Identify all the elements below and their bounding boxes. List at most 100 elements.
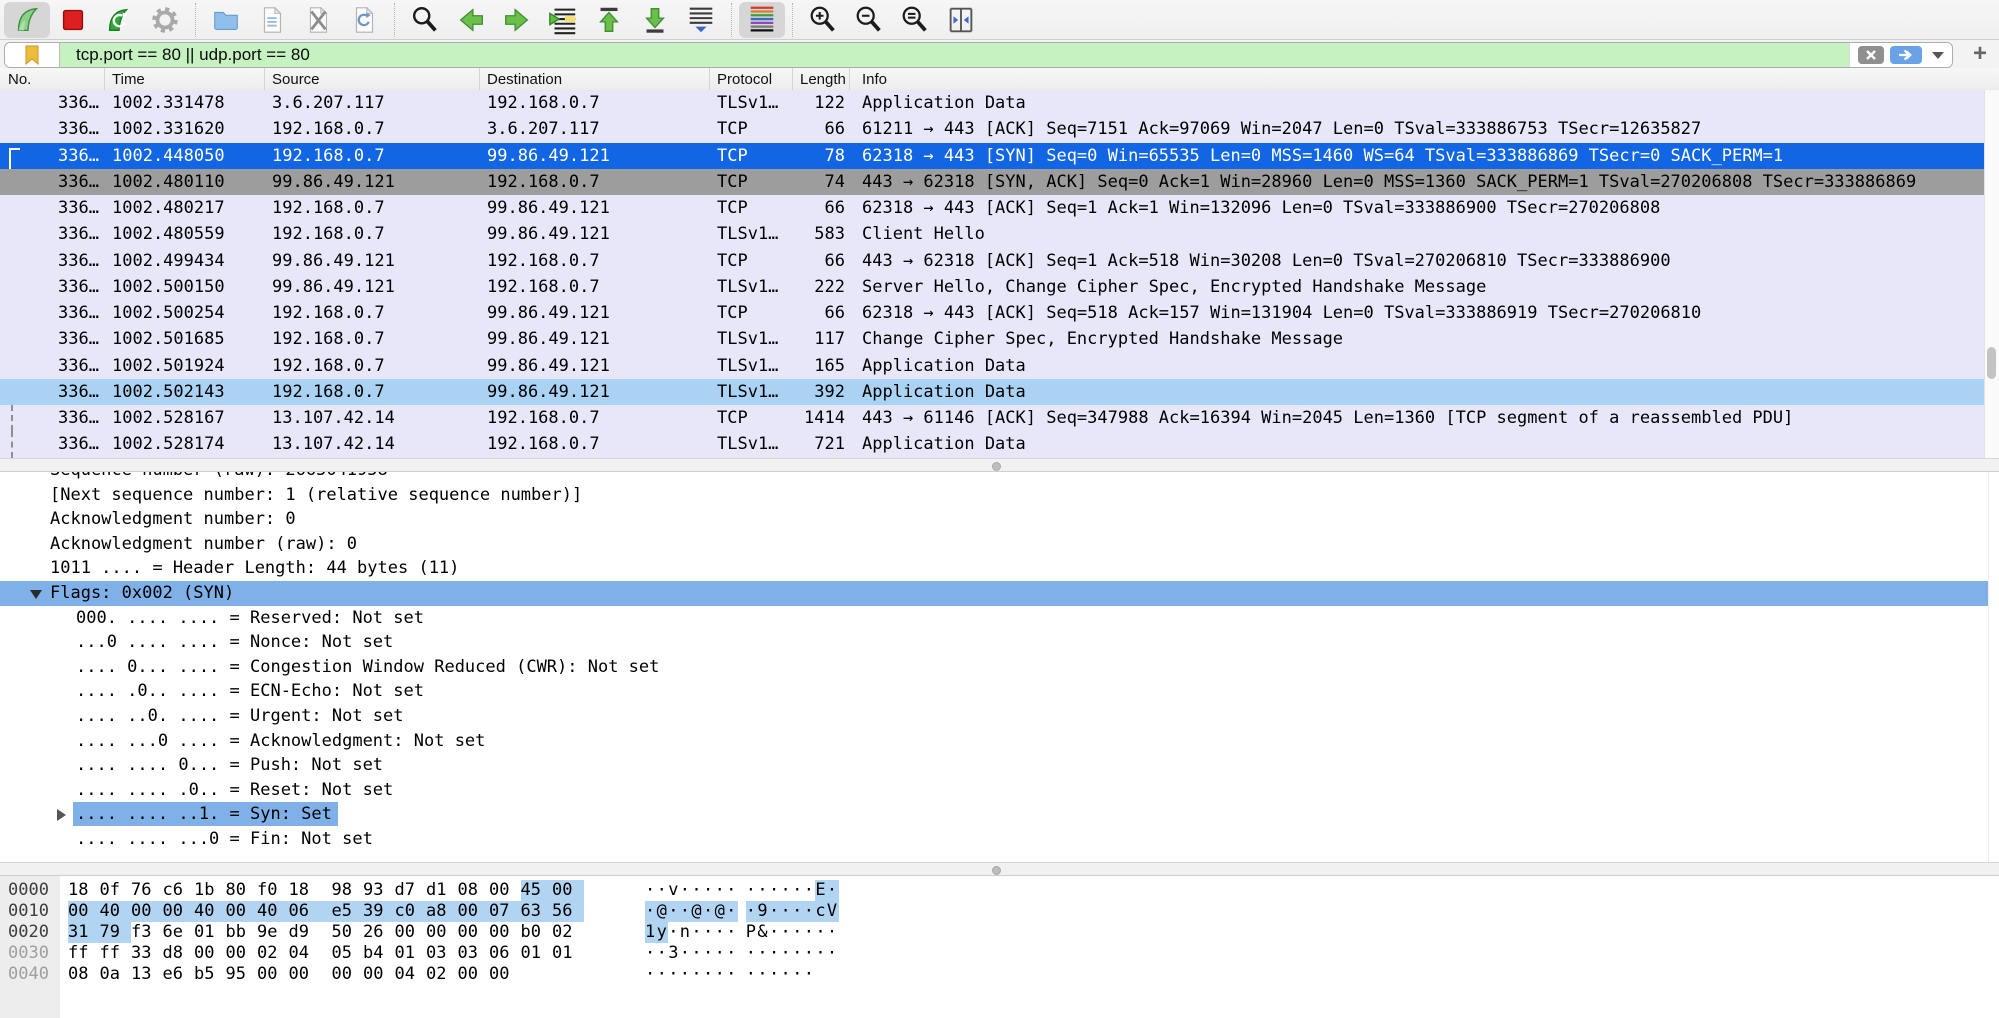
open-file-button[interactable]: [203, 2, 249, 38]
hex-row[interactable]: 0030ffff33d80000020405b4010303060101··3·…: [0, 943, 1999, 964]
splitter-details-bytes[interactable]: [0, 862, 1999, 876]
column-header-protocol[interactable]: Protocol: [710, 68, 793, 90]
start-capture-button[interactable]: [4, 2, 50, 38]
file-close-icon: [302, 4, 334, 36]
packet-row[interactable]: 336…1002.49943499.86.49.121192.168.0.7TC…: [0, 248, 1999, 274]
go-forward-button[interactable]: [494, 2, 540, 38]
splitter-list-details[interactable]: [0, 458, 1999, 472]
filter-bookmark-button[interactable]: [5, 43, 60, 67]
go-last-packet-button[interactable]: [632, 2, 678, 38]
packet-len: 222: [793, 274, 850, 300]
save-file-button[interactable]: [249, 2, 295, 38]
filter-input[interactable]: tcp.port == 80 || udp.port == 80: [60, 43, 1849, 67]
packet-row[interactable]: 336…1002.480217192.168.0.799.86.49.121TC…: [0, 195, 1999, 221]
hex-byte: bb: [226, 922, 258, 943]
details-scrollbar[interactable]: [1988, 472, 1999, 862]
packet-row[interactable]: 336…1002.501924192.168.0.799.86.49.121TL…: [0, 353, 1999, 379]
hex-byte: 0f: [100, 880, 132, 901]
packet-row[interactable]: 336…1002.501685192.168.0.799.86.49.121TL…: [0, 326, 1999, 352]
detail-field[interactable]: .... .... ...0 = Fin: Not set: [0, 827, 1999, 852]
filter-apply-button[interactable]: [1890, 46, 1922, 64]
packet-row[interactable]: 336…1002.502143192.168.0.799.86.49.121TL…: [0, 379, 1999, 405]
hex-row[interactable]: 00100040000040004006e539c0a800076356·@··…: [0, 901, 1999, 922]
hex-ascii-char: ·: [769, 901, 781, 922]
detail-field[interactable]: .... .... 0... = Push: Not set: [0, 753, 1999, 778]
go-first-packet-button[interactable]: [586, 2, 632, 38]
detail-field[interactable]: 1011 .... = Header Length: 44 bytes (11): [0, 556, 1999, 581]
zoom-in-button[interactable]: [800, 2, 846, 38]
filter-clear-button[interactable]: [1858, 46, 1884, 64]
detail-field[interactable]: [Next sequence number: 1 (relative seque…: [0, 483, 1999, 508]
find-packet-button[interactable]: [402, 2, 448, 38]
packet-bytes-pane[interactable]: 0000180f76c61b80f0189893d7d108004500··v·…: [0, 876, 1999, 1018]
detail-field[interactable]: Acknowledgment number (raw): 0: [0, 532, 1999, 557]
packet-proto: TLSv1…: [710, 90, 793, 116]
zoom-100-button[interactable]: [892, 2, 938, 38]
packet-row[interactable]: 336…1002.52816713.107.42.14192.168.0.7TC…: [0, 405, 1999, 431]
packet-row[interactable]: 336…1002.3314783.6.207.117192.168.0.7TLS…: [0, 90, 1999, 116]
hex-row[interactable]: 00203179f36e01bb9ed9502600000000b0021y·n…: [0, 922, 1999, 943]
detail-field[interactable]: 000. .... .... = Reserved: Not set: [0, 606, 1999, 631]
packet-row[interactable]: 336…1002.480559192.168.0.799.86.49.121TL…: [0, 221, 1999, 247]
detail-field[interactable]: .... .... .0.. = Reset: Not set: [0, 778, 1999, 803]
restart-capture-button[interactable]: [96, 2, 142, 38]
packet-row[interactable]: 336…1002.331620192.168.0.73.6.207.117TCP…: [0, 116, 1999, 142]
detail-field[interactable]: .... .0.. .... = ECN-Echo: Not set: [0, 679, 1999, 704]
hex-row[interactable]: 0040080a13e6b5950000000004020000········…: [0, 964, 1999, 985]
go-back-button[interactable]: [448, 2, 494, 38]
column-header-no[interactable]: No.: [0, 68, 105, 90]
reload-file-button[interactable]: [341, 2, 387, 38]
detail-field[interactable]: .... .... ..1. = Syn: Set: [0, 802, 1999, 827]
column-header-info[interactable]: Info: [850, 68, 1999, 90]
expander-collapsed-icon[interactable]: [57, 809, 66, 821]
display-filter-field[interactable]: tcp.port == 80 || udp.port == 80: [4, 42, 1953, 68]
stop-capture-button[interactable]: [50, 2, 96, 38]
column-header-source[interactable]: Source: [265, 68, 480, 90]
filter-add-button[interactable]: +: [1973, 40, 1987, 68]
detail-field[interactable]: Sequence number (raw): 2665041958: [0, 472, 1999, 483]
packet-info: 62318 → 443 [SYN] Seq=0 Win=65535 Len=0 …: [850, 143, 1999, 169]
packet-row[interactable]: 336…1002.50015099.86.49.121192.168.0.7TL…: [0, 274, 1999, 300]
hex-byte: 00: [458, 901, 490, 922]
file-reload-icon: [348, 4, 380, 36]
packet-info: Client Hello: [850, 221, 1999, 247]
hex-ascii-char: v: [668, 880, 680, 901]
close-file-button[interactable]: [295, 2, 341, 38]
packet-row[interactable]: 336…1002.500254192.168.0.799.86.49.121TC…: [0, 300, 1999, 326]
packet-list-scrollbar[interactable]: [1984, 90, 1999, 458]
capture-options-button[interactable]: [142, 2, 188, 38]
hex-byte: 50: [332, 922, 364, 943]
hex-byte: 00: [226, 901, 258, 922]
hex-byte: b4: [363, 943, 395, 964]
packet-no: 336…: [0, 248, 105, 274]
packet-proto: TLSv1…: [710, 379, 793, 405]
resize-columns-button[interactable]: [938, 2, 984, 38]
detail-field[interactable]: .... 0... .... = Congestion Window Reduc…: [0, 655, 1999, 680]
detail-field[interactable]: ...0 .... .... = Nonce: Not set: [0, 630, 1999, 655]
hex-byte: 63: [521, 901, 553, 922]
expander-expanded-icon[interactable]: [30, 590, 42, 599]
detail-field[interactable]: .... ...0 .... = Acknowledgment: Not set: [0, 729, 1999, 754]
packet-row[interactable]: 336…1002.52817413.107.42.14192.168.0.7TL…: [0, 431, 1999, 457]
column-header-length[interactable]: Length: [793, 68, 850, 90]
auto-scroll-button[interactable]: [678, 2, 724, 38]
splitter-handle-icon: [992, 866, 1001, 875]
zoom-out-button[interactable]: [846, 2, 892, 38]
detail-field-text: .... .... ..1. = Syn: Set: [73, 802, 338, 826]
detail-field-text: 1011 .... = Header Length: 44 bytes (11): [50, 558, 459, 578]
hex-byte: f3: [131, 922, 163, 943]
detail-field[interactable]: Flags: 0x002 (SYN): [0, 581, 1999, 606]
column-header-time[interactable]: Time: [105, 68, 265, 90]
hex-offset: 0000: [8, 880, 56, 901]
go-to-packet-button[interactable]: [540, 2, 586, 38]
colorize-button[interactable]: [739, 2, 785, 38]
column-header-destination[interactable]: Destination: [480, 68, 710, 90]
stop-icon: [57, 4, 89, 36]
filter-dropdown-chevron-icon[interactable]: [1932, 52, 1944, 59]
detail-field[interactable]: Acknowledgment number: 0: [0, 507, 1999, 532]
scrollbar-thumb[interactable]: [1987, 347, 1996, 379]
hex-row[interactable]: 0000180f76c61b80f0189893d7d108004500··v·…: [0, 880, 1999, 901]
packet-row[interactable]: 336…1002.448050192.168.0.799.86.49.121TC…: [0, 143, 1999, 169]
detail-field[interactable]: .... ..0. .... = Urgent: Not set: [0, 704, 1999, 729]
packet-row[interactable]: 336…1002.48011099.86.49.121192.168.0.7TC…: [0, 169, 1999, 195]
